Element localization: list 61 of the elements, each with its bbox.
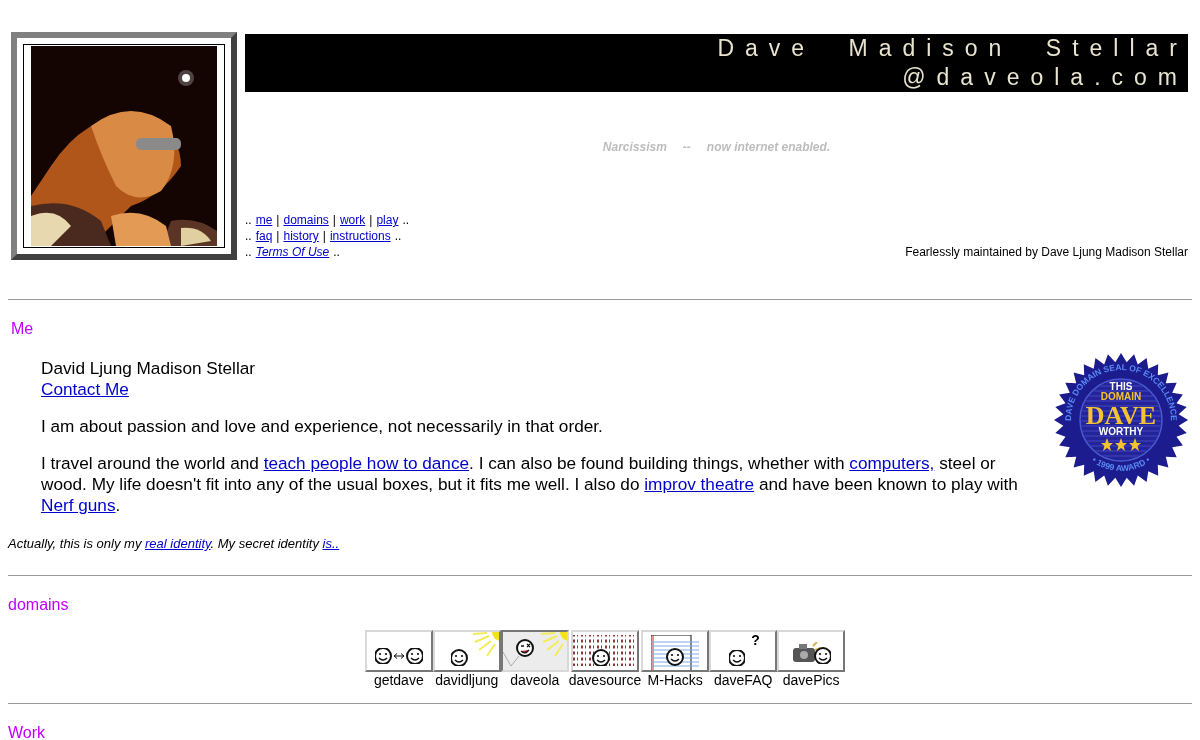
domain-label: M-Hacks bbox=[647, 672, 703, 689]
nav-separator: .. bbox=[394, 228, 402, 244]
section-heading: Work bbox=[8, 724, 47, 740]
maintainer-text: Fearlessly maintained by Dave Ljung Madison Stellar bbox=[905, 244, 1188, 260]
nav-separator: | bbox=[276, 228, 280, 244]
domain-label: davePics bbox=[782, 672, 840, 689]
site-title: Dave Madison Stellar bbox=[716, 34, 1188, 63]
nav-separator: .. bbox=[333, 244, 340, 260]
smiley-arrow-icon bbox=[374, 648, 423, 664]
domain-button[interactable]: ? bbox=[709, 630, 778, 672]
section-heading: domains bbox=[8, 596, 70, 614]
nav-separator: .. bbox=[402, 212, 410, 228]
smiley-pattern-icon bbox=[573, 635, 637, 666]
star-icon bbox=[1101, 438, 1113, 451]
nav-link[interactable]: work bbox=[339, 212, 366, 228]
nav-link[interactable]: history bbox=[283, 228, 319, 244]
star-icon bbox=[1129, 438, 1141, 451]
domain-label: daveFAQ bbox=[714, 672, 773, 689]
smiley-notepad-icon bbox=[651, 635, 700, 670]
tagline-text: now internet enabled. bbox=[706, 140, 831, 154]
nav-separator: | bbox=[332, 212, 336, 228]
nav-separator: | bbox=[369, 212, 373, 228]
tagline-text: -- bbox=[682, 140, 691, 154]
smiley-sun-icon bbox=[450, 632, 499, 666]
nav-separator: .. bbox=[245, 228, 252, 244]
nav-link[interactable]: domains bbox=[283, 212, 329, 228]
domain-button[interactable] bbox=[500, 630, 569, 672]
nav-link[interactable]: play bbox=[376, 212, 399, 228]
paragraph: I travel around the world and teach people how to dance. I can also be found building things, whether with computers, steel or wood. My life doesn't fit into any of the usual boxes, but it fits me well. I also do improv theatre and have been known to play with Nerf guns. bbox=[41, 453, 1019, 516]
paragraph: I am about passion and love and experience, not necessarily in that order. bbox=[41, 416, 604, 437]
text-link[interactable]: is.. bbox=[322, 536, 340, 551]
question-mark: ? bbox=[751, 632, 760, 648]
nav-link[interactable]: Terms Of Use bbox=[255, 244, 330, 260]
domain-label: getdave bbox=[373, 672, 424, 689]
text-link[interactable]: teach people how to dance bbox=[263, 453, 470, 473]
tagline-text: Narcissism bbox=[602, 140, 667, 154]
section-heading: Me bbox=[10, 320, 35, 338]
winking-smiley-icon bbox=[502, 632, 567, 666]
nav-separator: .. bbox=[245, 212, 252, 228]
smiley-camera-icon bbox=[793, 642, 832, 664]
footnote-text: Actually, this is only my real identity. My secret identity is.. bbox=[8, 536, 341, 551]
text-link[interactable]: computers, bbox=[849, 453, 935, 473]
nav-link[interactable]: faq bbox=[255, 228, 273, 244]
star-icon bbox=[1115, 438, 1127, 451]
smiley-icon bbox=[729, 650, 746, 666]
domain-label: davesource bbox=[568, 672, 642, 689]
seal-ring-text: • 1999 AWARD • bbox=[1090, 454, 1152, 474]
text-link[interactable]: improv theatre bbox=[644, 474, 755, 494]
nav-separator: | bbox=[276, 212, 280, 228]
domain-label: davidljung bbox=[435, 672, 499, 689]
seal-text: THIS bbox=[1109, 381, 1133, 392]
person-name: David Ljung Madison Stellar bbox=[41, 358, 256, 379]
nav-link[interactable]: me bbox=[255, 212, 273, 228]
nav-link[interactable]: instructions bbox=[329, 228, 391, 244]
text-link[interactable]: real identity bbox=[145, 536, 211, 551]
nav-separator: .. bbox=[245, 244, 252, 260]
nav-separator: | bbox=[322, 228, 326, 244]
contact-link[interactable]: Contact Me bbox=[41, 379, 129, 399]
domain-label: daveola bbox=[510, 672, 560, 689]
site-title: @daveola.com bbox=[901, 63, 1188, 92]
text-link[interactable]: Nerf guns bbox=[41, 495, 116, 515]
